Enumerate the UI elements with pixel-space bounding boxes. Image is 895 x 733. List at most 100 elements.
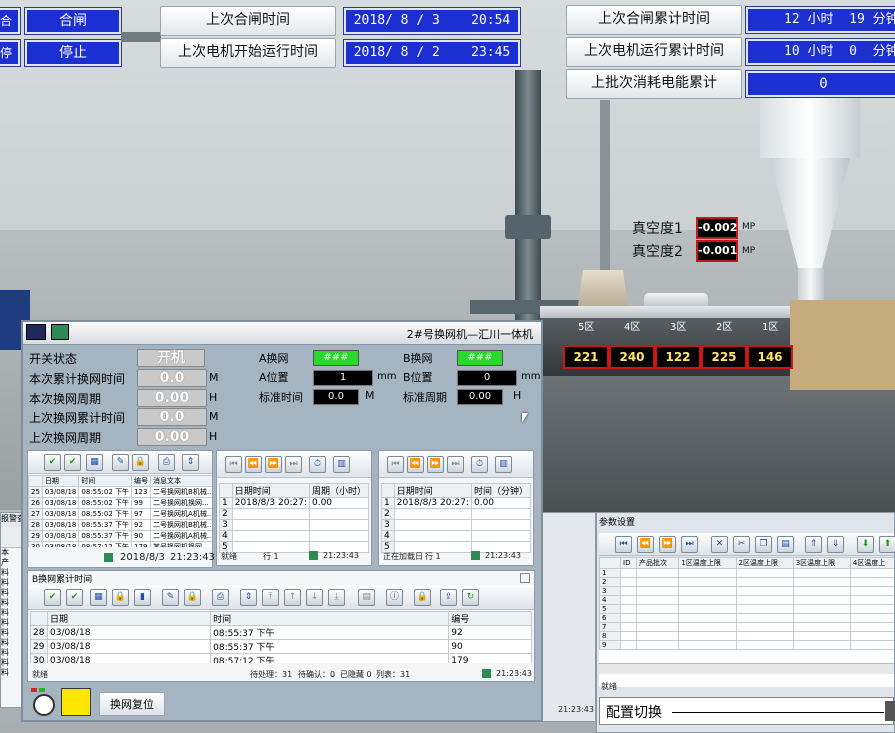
lock-icon[interactable]: 🔒 (132, 454, 149, 471)
monitor-icon[interactable] (26, 324, 46, 340)
b-period-row[interactable]: 1 2018/8/3 20:27: 0.00 (381, 497, 532, 509)
last-record-icon[interactable]: ⏭ (681, 536, 698, 553)
ack-all-icon[interactable]: ✔ (64, 454, 81, 471)
b-up-icon[interactable]: ↑ (284, 589, 301, 606)
param-row[interactable]: 5 (599, 604, 894, 614)
b-down-icon[interactable]: ↓ (306, 589, 323, 606)
screen-reset-button[interactable]: 换网复位 (99, 692, 165, 716)
param-row[interactable]: 7 (599, 622, 894, 632)
b-period-row[interactable]: 3 (381, 519, 532, 531)
param-scrollbar[interactable] (599, 663, 894, 674)
b-columns-icon[interactable]: ▥ (495, 456, 512, 473)
b-period-row[interactable]: 2 (381, 508, 532, 520)
alarm-log-header-cell: 消息文本 (150, 475, 212, 487)
a-prev-icon[interactable]: ⏪ (245, 456, 262, 473)
alarm-query-toolbar[interactable] (1, 527, 23, 548)
b-refresh-icon[interactable]: ↻ (462, 589, 479, 606)
a-timer-icon[interactable]: ⏱ (309, 456, 326, 473)
param-row[interactable]: 9 (599, 640, 894, 650)
a-columns-icon[interactable]: ▥ (333, 456, 350, 473)
b-lock3-icon[interactable]: 🔒 (414, 589, 431, 606)
alarm-query-item[interactable]: 料 (1, 618, 23, 628)
paste-icon[interactable]: ▤ (777, 536, 794, 553)
filter-icon[interactable]: ▦ (86, 454, 103, 471)
copy-icon[interactable]: ❐ (755, 536, 772, 553)
b-lock2-icon[interactable]: 🔒 (184, 589, 201, 606)
alarm-log-row[interactable]: 29 03/08/18 08:55:37 下午 90 二号换网机A机械... (28, 530, 212, 542)
param-row[interactable]: 4 (599, 595, 894, 605)
b-first-icon[interactable]: ⏮ (387, 456, 404, 473)
first-record-icon[interactable]: ⏮ (615, 536, 632, 553)
b-sort-icon[interactable]: ⇕ (240, 589, 257, 606)
delete-icon[interactable]: ✕ (711, 536, 728, 553)
alarm-log-row[interactable]: 30 03/08/18 08:57:12 下午 179 某号换网机换网... (28, 541, 212, 547)
import-icon[interactable]: ⬇ (857, 536, 874, 553)
b-timer-icon[interactable]: ⏱ (471, 456, 488, 473)
alarm-query-item[interactable]: 料 (1, 648, 23, 658)
alarm-query-item[interactable]: 料 (1, 568, 23, 578)
export-icon[interactable]: ⬆ (879, 536, 895, 553)
b-ack-icon[interactable]: ✔ (44, 589, 61, 606)
edit-icon[interactable]: ✎ (112, 454, 129, 471)
cut-icon[interactable]: ✂ (733, 536, 750, 553)
b-bottom-icon[interactable]: ⤓ (328, 589, 345, 606)
alarm-query-item[interactable]: 料 (1, 588, 23, 598)
a-period-cell: 0.00 (308, 497, 370, 509)
b-print-icon[interactable]: ⎙ (212, 589, 229, 606)
alarm-query-item[interactable]: 料 (1, 628, 23, 638)
a-period-row[interactable]: 1 2018/8/3 20:27: 0.00 (219, 497, 370, 509)
alarm-query-item[interactable]: 料 (1, 598, 23, 608)
param-row[interactable]: 6 (599, 613, 894, 623)
b-std-period-value: 0.00 (457, 389, 503, 405)
motor-accum-value: 10 小时 0 分钟 (746, 39, 895, 65)
sort-icon[interactable]: ⇕ (182, 454, 199, 471)
b-last-icon[interactable]: ⏭ (447, 456, 464, 473)
a-last-icon[interactable]: ⏭ (285, 456, 302, 473)
window-icon[interactable] (51, 324, 69, 340)
b-doc-icon[interactable]: ▤ (358, 589, 375, 606)
b-edit-icon[interactable]: ✎ (162, 589, 179, 606)
b-info-icon[interactable]: ⓘ (386, 589, 403, 606)
alarm-query-item[interactable]: 料 (1, 658, 23, 668)
alarm-log-row[interactable]: 28 03/08/18 08:55:37 下午 92 二号换网机B机械... (28, 519, 212, 531)
b-lock-icon[interactable]: 🔒 (112, 589, 129, 606)
a-first-icon[interactable]: ⏮ (225, 456, 242, 473)
alarm-query-item[interactable]: 产 (1, 558, 23, 568)
ack-icon[interactable]: ✔ (44, 454, 61, 471)
param-row[interactable]: 3 (599, 586, 894, 596)
config-switch-button[interactable] (885, 701, 895, 721)
b-accum-row[interactable]: 29 03/08/18 08:55:37 下午 90 (30, 639, 532, 654)
b-period-row[interactable]: 4 (381, 530, 532, 542)
alarm-query-item[interactable]: 料 (1, 638, 23, 648)
a-next-icon[interactable]: ⏩ (265, 456, 282, 473)
print-icon[interactable]: ⎙ (158, 454, 175, 471)
next-page-icon[interactable]: ⏩ (659, 536, 676, 553)
param-row[interactable]: 8 (599, 631, 894, 641)
b-accum-row[interactable]: 28 03/08/18 08:55:37 下午 92 (30, 625, 532, 640)
a-period-row[interactable]: 4 (219, 530, 370, 542)
alarm-log-row[interactable]: 26 03/08/18 08:55:02 下午 99 二号换网机换网... (28, 497, 212, 509)
b-export-icon[interactable]: ⇪ (440, 589, 457, 606)
alarm-query-item[interactable]: 料 (1, 578, 23, 588)
param-row[interactable]: 1 (599, 568, 894, 578)
alarm-query-item[interactable]: 本 (1, 548, 23, 558)
b-accum-close-icon[interactable] (520, 573, 530, 583)
b-top-icon[interactable]: ⤒ (262, 589, 279, 606)
b-accum-row[interactable]: 30 03/08/18 08:57:12 下午 179 (30, 653, 532, 663)
b-prev-icon[interactable]: ⏪ (407, 456, 424, 473)
b-ack-all-icon[interactable]: ✔ (66, 589, 83, 606)
b-chart-icon[interactable]: ▮ (134, 589, 151, 606)
alarm-log-row[interactable]: 25 03/08/18 08:55:02 下午 123 二号换网机B机械... (28, 486, 212, 498)
a-period-row[interactable]: 3 (219, 519, 370, 531)
b-next-icon[interactable]: ⏩ (427, 456, 444, 473)
a-period-row[interactable]: 2 (219, 508, 370, 520)
alarm-query-item[interactable]: 料 (1, 608, 23, 618)
param-row[interactable]: 2 (599, 577, 894, 587)
move-up-icon[interactable]: ⇑ (805, 536, 822, 553)
alarm-query-item[interactable]: 料 (1, 668, 23, 678)
move-down-icon[interactable]: ⇓ (827, 536, 844, 553)
prev-page-icon[interactable]: ⏪ (637, 536, 654, 553)
alarm-log-row[interactable]: 27 03/08/18 08:55:02 下午 97 二号换网机A机械... (28, 508, 212, 520)
gauge-icon[interactable] (33, 694, 55, 716)
b-filter-icon[interactable]: ▦ (90, 589, 107, 606)
